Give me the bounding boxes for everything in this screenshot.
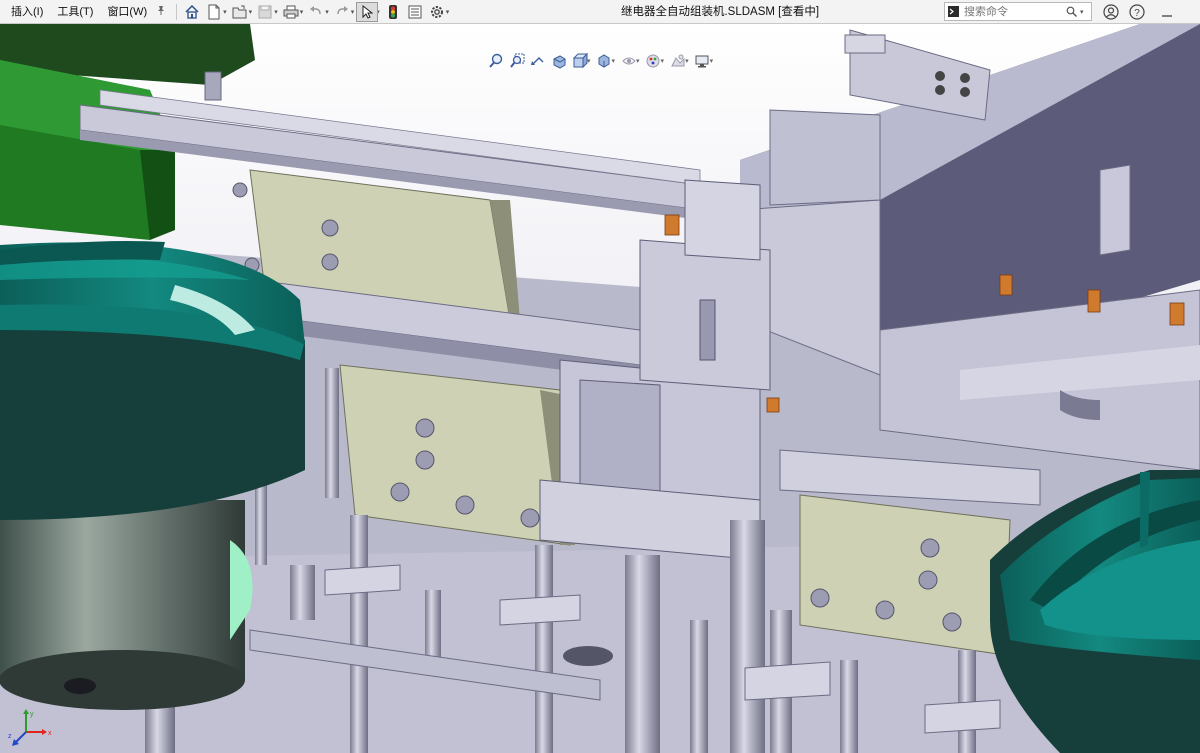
options-gear-icon[interactable] xyxy=(426,2,448,22)
menu-tools[interactable]: 工具(T) xyxy=(50,0,100,24)
chevron-down-icon[interactable]: ▾ xyxy=(685,57,689,65)
svg-text:?: ? xyxy=(1134,8,1140,19)
search-icon[interactable] xyxy=(1066,6,1077,17)
chevron-down-icon[interactable]: ▾ xyxy=(587,57,591,65)
search-input[interactable] xyxy=(962,5,1066,18)
chevron-down-icon[interactable]: ▾ xyxy=(1077,8,1084,16)
undo-icon[interactable] xyxy=(305,2,327,22)
save-icon[interactable] xyxy=(254,2,276,22)
svg-text:y: y xyxy=(30,711,34,718)
svg-text:x: x xyxy=(48,730,52,737)
window-controls: ? xyxy=(1100,0,1182,24)
redo-icon[interactable] xyxy=(331,2,353,22)
section-view-icon[interactable] xyxy=(548,51,569,71)
zoom-area-icon[interactable] xyxy=(506,51,527,71)
command-prompt-icon xyxy=(945,6,962,17)
menu-window[interactable]: 窗口(W) xyxy=(100,0,154,24)
user-icon[interactable] xyxy=(1100,4,1122,20)
chevron-down-icon[interactable]: ▾ xyxy=(636,57,640,65)
select-icon[interactable] xyxy=(356,1,379,22)
reference-triad: x y z xyxy=(8,708,58,748)
minimize-icon[interactable] xyxy=(1152,6,1182,18)
zoom-to-fit-icon[interactable] xyxy=(485,51,506,71)
print-icon[interactable] xyxy=(280,2,302,22)
svg-text:z: z xyxy=(8,733,12,740)
menu-bar: 插入(I) 工具(T) 窗口(W) xyxy=(0,0,172,24)
pin-icon[interactable] xyxy=(154,5,172,18)
toolbar-separator xyxy=(176,3,178,20)
graphics-area[interactable]: ▾ ▾ ▾ ▾ ▾ ▾ x y z xyxy=(0,24,1200,753)
menu-insert[interactable]: 插入(I) xyxy=(4,0,50,24)
chevron-down-icon[interactable]: ▾ xyxy=(661,57,665,65)
standard-toolbar: ▾ ▾ ▾ ▾ ▾ ▾ ▾ ▾ xyxy=(181,1,451,22)
top-toolbar: 插入(I) 工具(T) 窗口(W) ▾ ▾ ▾ ▾ ▾ ▾ ▾ 继电器全自动组装… xyxy=(0,0,1200,24)
traffic-light-icon[interactable] xyxy=(382,2,404,22)
home-icon[interactable] xyxy=(181,2,203,22)
open-file-icon[interactable] xyxy=(229,2,251,22)
window-title: 继电器全自动组装机.SLDASM [查看中] xyxy=(620,6,820,18)
previous-view-icon[interactable] xyxy=(527,51,548,71)
chevron-down-icon[interactable]: ▾ xyxy=(710,57,714,65)
new-file-icon[interactable] xyxy=(203,2,225,22)
chevron-down-icon[interactable]: ▾ xyxy=(612,57,616,65)
assembly-model[interactable] xyxy=(0,24,1200,753)
search-box[interactable]: ▾ xyxy=(944,2,1092,21)
help-icon[interactable]: ? xyxy=(1122,4,1152,20)
file-properties-icon[interactable] xyxy=(404,2,426,22)
heads-up-view-toolbar: ▾ ▾ ▾ ▾ ▾ ▾ xyxy=(485,50,716,72)
